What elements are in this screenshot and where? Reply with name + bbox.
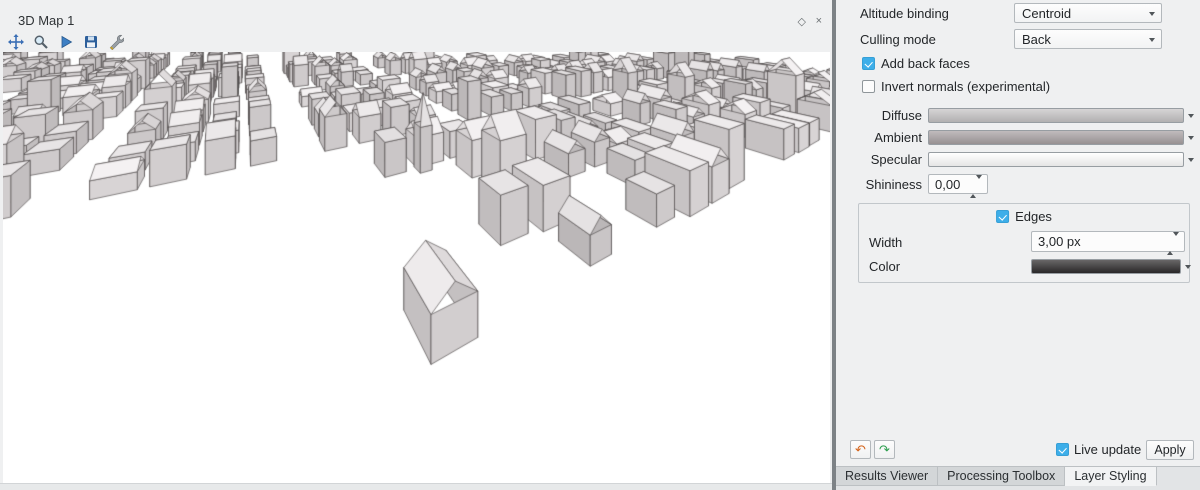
tab-processing-toolbox[interactable]: Processing Toolbox (938, 467, 1065, 486)
qgis-window: 3D Map 1 ◇ × Altitude binding (0, 0, 1200, 490)
apply-button[interactable]: Apply (1146, 440, 1194, 460)
live-update-checkbox[interactable] (1056, 443, 1069, 456)
altitude-binding-label: Altitude binding (860, 6, 949, 21)
specular-label: Specular (836, 152, 922, 167)
invert-normals-label: Invert normals (experimental) (881, 79, 1050, 94)
chevron-down-icon (1185, 265, 1191, 269)
edges-label: Edges (1015, 209, 1052, 224)
edge-width-value: 3,00 px (1038, 234, 1081, 249)
edges-groupbox: Edges Width 3,00 px Color (858, 203, 1190, 283)
culling-mode-dropdown[interactable]: Back (1014, 29, 1162, 49)
tab-layer-styling[interactable]: Layer Styling (1065, 467, 1156, 486)
add-back-faces-label: Add back faces (881, 56, 970, 71)
undo-icon: ↶ (855, 442, 866, 458)
undo-button[interactable]: ↶ (850, 440, 871, 459)
3d-map-viewport[interactable] (3, 52, 830, 483)
culling-mode-value: Back (1022, 32, 1051, 47)
ambient-label: Ambient (836, 130, 922, 145)
spinner-arrows-icon[interactable] (1167, 236, 1179, 251)
chevron-down-icon (1188, 114, 1194, 118)
redo-button[interactable]: ↷ (874, 440, 895, 459)
bottom-tabbar: Results Viewer Processing Toolbox Layer … (836, 466, 1200, 490)
invert-normals-checkbox[interactable] (862, 80, 875, 93)
specular-color-button[interactable] (928, 152, 1184, 167)
edge-color-button[interactable] (1031, 259, 1181, 274)
shininess-spinbox[interactable]: 0,00 (928, 174, 988, 194)
apply-label: Apply (1154, 443, 1185, 457)
bottom-strip (0, 483, 832, 490)
3d-map-panel: 3D Map 1 ◇ × (0, 0, 832, 490)
chevron-down-icon (1149, 12, 1155, 16)
ambient-color-button[interactable] (928, 130, 1184, 145)
edges-group-title: Edges (996, 209, 1052, 224)
spinner-arrows-icon[interactable] (970, 179, 982, 194)
diffuse-color-button[interactable] (928, 108, 1184, 123)
edge-width-label: Width (869, 235, 902, 250)
edge-color-label: Color (869, 259, 900, 274)
altitude-binding-value: Centroid (1022, 6, 1071, 21)
edge-width-spinbox[interactable]: 3,00 px (1031, 231, 1185, 252)
altitude-binding-dropdown[interactable]: Centroid (1014, 3, 1162, 23)
chevron-down-icon (1188, 158, 1194, 162)
zoom-full-icon[interactable] (32, 33, 50, 51)
save-image-icon[interactable] (82, 33, 100, 51)
live-update-label: Live update (1074, 442, 1141, 457)
camera-control-icon[interactable] (7, 33, 25, 51)
layer-styling-panel: Altitude binding Centroid Culling mode B… (836, 0, 1200, 466)
redo-icon: ↷ (879, 442, 890, 458)
configure-icon[interactable] (107, 33, 125, 51)
chevron-down-icon (1188, 136, 1194, 140)
shininess-value: 0,00 (935, 177, 960, 192)
shininess-label: Shininess (836, 177, 922, 192)
culling-mode-label: Culling mode (860, 32, 936, 47)
close-icon[interactable]: × (816, 15, 822, 27)
animations-icon[interactable] (57, 33, 75, 51)
panel-title: 3D Map 1 (18, 13, 74, 28)
diffuse-label: Diffuse (836, 108, 922, 123)
tab-results-viewer[interactable]: Results Viewer (836, 467, 938, 486)
add-back-faces-checkbox[interactable] (862, 57, 875, 70)
float-icon[interactable]: ◇ (798, 15, 806, 28)
map-toolbar (7, 33, 125, 51)
edges-checkbox[interactable] (996, 210, 1009, 223)
chevron-down-icon (1149, 38, 1155, 42)
